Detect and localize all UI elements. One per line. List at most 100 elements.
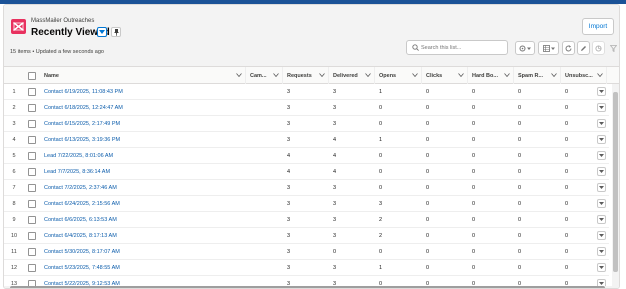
row-action-chevron-icon — [599, 154, 604, 157]
cell-clicks: 0 — [426, 153, 430, 159]
table-row[interactable]: 10 Contact 6/4/2025, 8:17:13 AM 3 3 2 0 0 0 0 — [4, 228, 609, 244]
search-list-box[interactable] — [406, 40, 508, 55]
row-number: 1 — [12, 89, 16, 95]
chevron-down-icon[interactable] — [458, 73, 464, 77]
column-header-delivered[interactable]: Delivered — [329, 67, 375, 84]
record-name-link[interactable]: Contact 6/4/2025, 8:17:13 AM — [44, 228, 117, 244]
record-name-link[interactable]: Lead 7/7/2025, 8:36:14 AM — [44, 164, 110, 180]
table-row[interactable]: 2 Contact 6/18/2025, 12:24:47 AM 3 3 0 0 0 0 0 — [4, 100, 609, 116]
row-action-button[interactable] — [597, 247, 606, 256]
list-settings-button[interactable] — [515, 41, 535, 55]
cell-requests: 3 — [287, 185, 291, 191]
column-header-requests[interactable]: Requests — [283, 67, 329, 84]
table-row[interactable]: 1 Contact 6/19/2025, 11:08:43 PM 3 3 1 0 0 0 0 — [4, 84, 609, 100]
column-header-unsubscribes[interactable]: Unsubsc... — [561, 67, 607, 84]
chevron-down-icon[interactable] — [504, 73, 510, 77]
select-all-checkbox[interactable] — [28, 71, 36, 80]
cell-opens: 0 — [379, 153, 383, 159]
table-row[interactable]: 7 Contact 7/2/2025, 2:37:46 AM 3 3 0 0 0 0 0 — [4, 180, 609, 196]
cell-delivered: 4 — [333, 153, 337, 159]
row-action-button[interactable] — [597, 87, 606, 96]
row-select-checkbox[interactable] — [28, 136, 36, 144]
row-action-chevron-icon — [599, 106, 604, 109]
record-name-link[interactable]: Lead 7/22/2025, 8:01:06 AM — [44, 148, 113, 164]
table-row[interactable]: 9 Contact 6/6/2025, 6:13:53 AM 3 3 2 0 0 0 0 — [4, 212, 609, 228]
list-view-switcher-button[interactable] — [97, 27, 107, 37]
column-header-campaign[interactable]: Cam... — [246, 67, 283, 84]
chevron-down-icon[interactable] — [365, 73, 371, 77]
gear-icon — [519, 45, 531, 51]
column-header-spam-reports[interactable]: Spam R... — [514, 67, 561, 84]
table-row[interactable]: 12 Contact 5/23/2025, 7:48:55 AM 3 3 1 0 0 0 0 — [4, 260, 609, 276]
record-name-link[interactable]: Contact 6/13/2025, 3:19:36 PM — [44, 132, 120, 148]
refresh-button[interactable] — [562, 41, 575, 55]
chevron-down-icon[interactable] — [551, 73, 557, 77]
display-as-button[interactable] — [538, 41, 559, 55]
row-action-button[interactable] — [597, 215, 606, 224]
table-row[interactable]: 4 Contact 6/13/2025, 3:19:36 PM 3 4 1 0 0 0 0 — [4, 132, 609, 148]
record-name-link[interactable]: Contact 7/2/2025, 2:37:46 AM — [44, 180, 117, 196]
chevron-down-icon[interactable] — [319, 73, 325, 77]
record-name-link[interactable]: Contact 5/23/2025, 7:48:55 AM — [44, 260, 120, 276]
chevron-down-icon[interactable] — [236, 73, 242, 77]
row-action-button[interactable] — [597, 135, 606, 144]
row-select-checkbox[interactable] — [28, 152, 36, 160]
row-action-button[interactable] — [597, 119, 606, 128]
row-action-button[interactable] — [597, 103, 606, 112]
cell-opens: 0 — [379, 169, 383, 175]
table-row[interactable]: 11 Contact 5/30/2025, 8:17:07 AM 3 0 0 0 0 0 0 — [4, 244, 609, 260]
chevron-down-icon — [99, 30, 105, 34]
row-select-checkbox[interactable] — [28, 200, 36, 208]
vertical-scrollbar[interactable] — [612, 84, 619, 288]
cell-unsub: 0 — [565, 153, 569, 159]
chevron-down-icon[interactable] — [597, 73, 603, 77]
record-name-link[interactable]: Contact 5/30/2025, 8:17:07 AM — [44, 244, 120, 260]
row-select-checkbox[interactable] — [28, 264, 36, 272]
row-action-button[interactable] — [597, 231, 606, 240]
table-row[interactable]: 5 Lead 7/22/2025, 8:01:06 AM 4 4 0 0 0 0 0 — [4, 148, 609, 164]
row-select-checkbox[interactable] — [28, 216, 36, 224]
row-action-button[interactable] — [597, 263, 606, 272]
select-all-header — [24, 67, 40, 84]
row-action-button[interactable] — [597, 183, 606, 192]
record-name-link[interactable]: Contact 6/18/2025, 12:24:47 AM — [44, 100, 123, 116]
column-header-hard-bounces[interactable]: Hard Bo... — [468, 67, 514, 84]
pin-list-button[interactable] — [111, 27, 121, 37]
table-row[interactable]: 8 Contact 6/24/2025, 2:15:56 AM 3 3 3 0 0 0 0 — [4, 196, 609, 212]
filter-button[interactable] — [607, 41, 619, 55]
chevron-down-icon[interactable] — [412, 73, 418, 77]
row-select-checkbox[interactable] — [28, 120, 36, 128]
row-action-button[interactable] — [597, 151, 606, 160]
cell-delivered: 3 — [333, 121, 337, 127]
row-action-chevron-icon — [599, 218, 604, 221]
vertical-scrollbar-thumb[interactable] — [613, 92, 618, 272]
record-name-link[interactable]: Contact 6/6/2025, 6:13:53 AM — [44, 212, 117, 228]
row-select-checkbox[interactable] — [28, 248, 36, 256]
row-select-checkbox[interactable] — [28, 184, 36, 192]
row-action-button[interactable] — [597, 167, 606, 176]
row-number: 6 — [12, 169, 16, 175]
import-button[interactable]: Import — [582, 18, 614, 35]
table-row[interactable]: 3 Contact 6/15/2025, 2:17:49 PM 3 3 0 0 0 0 0 — [4, 116, 609, 132]
search-input[interactable] — [421, 43, 505, 53]
cell-requests: 3 — [287, 217, 291, 223]
record-name-link[interactable]: Contact 6/15/2025, 2:17:49 PM — [44, 116, 120, 132]
column-header-name[interactable]: Name — [40, 67, 246, 84]
row-select-checkbox[interactable] — [28, 88, 36, 96]
row-select-checkbox[interactable] — [28, 104, 36, 112]
row-number: 8 — [12, 201, 16, 207]
table-row[interactable]: 6 Lead 7/7/2025, 8:36:14 AM 4 4 0 0 0 0 0 — [4, 164, 609, 180]
row-action-button[interactable] — [597, 199, 606, 208]
row-select-checkbox[interactable] — [28, 232, 36, 240]
record-name-link[interactable]: Contact 6/19/2025, 11:08:43 PM — [44, 84, 123, 100]
chevron-down-icon[interactable] — [273, 73, 279, 77]
cell-opens: 1 — [379, 265, 383, 271]
column-header-clicks[interactable]: Clicks — [422, 67, 468, 84]
cell-hard: 0 — [472, 137, 476, 143]
row-number-header — [4, 67, 24, 84]
record-name-link[interactable]: Contact 6/24/2025, 2:15:56 AM — [44, 196, 120, 212]
row-select-checkbox[interactable] — [28, 168, 36, 176]
chart-button[interactable] — [592, 41, 605, 55]
inline-edit-button[interactable] — [577, 41, 590, 55]
column-header-opens[interactable]: Opens — [375, 67, 422, 84]
